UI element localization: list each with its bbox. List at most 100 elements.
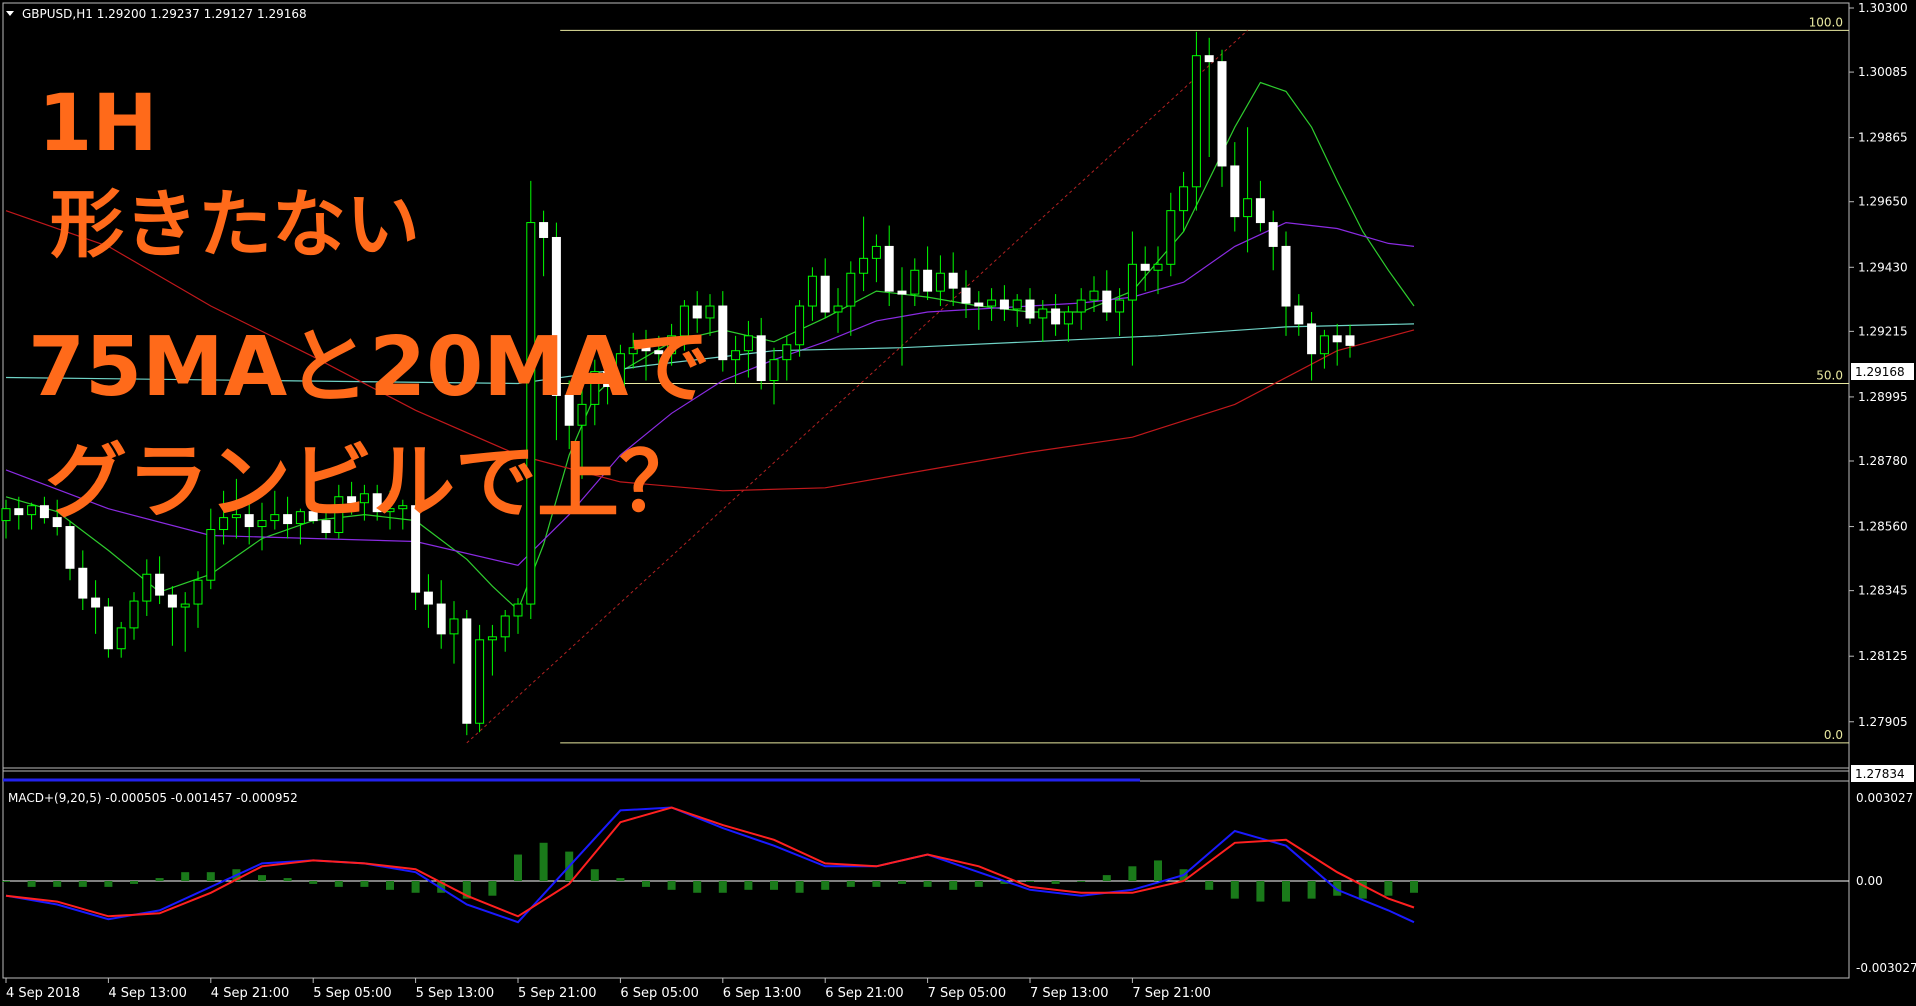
candle-body — [846, 272, 856, 307]
macd-axis-label: 0.003027 — [1856, 791, 1913, 805]
price-tick-label: 1.29865 — [1858, 131, 1908, 145]
candle-body — [14, 508, 24, 516]
candle-body — [423, 591, 433, 605]
price-tick-label: 1.29650 — [1858, 195, 1908, 209]
candle-body — [782, 344, 792, 361]
macd-histogram-bar — [360, 881, 369, 887]
dropdown-triangle-icon[interactable] — [6, 11, 14, 16]
macd-histogram-bar — [590, 869, 599, 881]
candle-body — [167, 594, 177, 608]
macd-histogram-bar — [898, 881, 906, 884]
macd-histogram-bar — [1230, 881, 1239, 899]
time-tick-label: 7 Sep 21:00 — [1132, 986, 1211, 1001]
macd-panel — [2, 806, 1849, 924]
candle-body — [987, 299, 997, 307]
candle-body — [1038, 308, 1048, 319]
macd-panel-border — [2, 780, 1850, 979]
macd-histogram-bar — [334, 881, 343, 887]
macd-histogram-bar — [744, 881, 753, 890]
candle-body — [1025, 299, 1035, 319]
time-tick-label: 4 Sep 13:00 — [108, 986, 187, 1001]
candle-body — [180, 603, 190, 608]
price-tick-label: 1.29430 — [1858, 260, 1908, 274]
macd-histogram-bar — [1026, 881, 1034, 882]
macd-histogram-bar — [1102, 875, 1111, 881]
candle-body — [1127, 263, 1137, 301]
candle-body — [129, 600, 139, 629]
chart-window: 100.0 50.0 0.0 1.30300 1.30085 1.29865 1.2965… — [0, 0, 1916, 1006]
annotation-line-3: 75MAと20MAで — [28, 320, 710, 415]
low-price-tag: 1.27834 — [1855, 767, 1905, 781]
macd-histogram-bar — [1282, 881, 1290, 902]
candle-body — [999, 299, 1009, 310]
candle-body — [935, 272, 945, 292]
macd-histogram-bar — [181, 872, 190, 881]
macd-histogram-bar — [693, 881, 702, 893]
macd-line — [5, 806, 1415, 924]
candle-body — [475, 639, 485, 724]
candle-body — [1051, 308, 1061, 325]
macd-histogram-bar — [386, 881, 394, 890]
macd-histogram-bar — [1256, 881, 1265, 902]
candle-body — [103, 606, 113, 650]
macd-histogram-bar — [206, 872, 215, 881]
macd-histogram-bar — [974, 881, 983, 887]
price-tick-label: 1.28780 — [1858, 454, 1908, 468]
candle-body — [27, 505, 37, 516]
candle-body — [539, 222, 549, 238]
candle-body — [1115, 299, 1125, 313]
macd-histogram-bar — [1410, 881, 1418, 893]
candle-body — [948, 272, 958, 289]
price-tick-label: 1.29215 — [1858, 324, 1908, 338]
symbol-info: GBPUSD,H1 1.29200 1.29237 1.29127 1.2916… — [22, 7, 307, 21]
candle-body — [513, 603, 523, 617]
macd-histogram-bar — [309, 881, 318, 884]
macd-histogram-bar — [283, 878, 292, 881]
macd-histogram-bar — [1128, 866, 1137, 881]
macd-histogram-bar — [1307, 881, 1316, 899]
candle-body — [923, 269, 933, 292]
price-tick-label: 1.30300 — [1858, 1, 1908, 15]
candle-body — [871, 245, 881, 259]
price-tick-label: 1.28560 — [1858, 520, 1908, 534]
candle-body — [769, 359, 779, 382]
macd-histogram-bar — [770, 881, 778, 890]
macd-axis-label: -0.003027 — [1856, 961, 1916, 975]
candle-body — [1, 508, 11, 522]
candle-body — [1140, 263, 1150, 271]
time-tick-label: 4 Sep 2018 — [6, 986, 80, 1001]
macd-histogram-bar — [1051, 881, 1060, 884]
candle-body — [961, 287, 971, 304]
candle-body — [1166, 210, 1176, 265]
candle-body — [1332, 335, 1342, 343]
candle-body — [193, 579, 203, 605]
macd-histogram-bar — [949, 881, 958, 890]
candle-body — [78, 567, 88, 599]
macd-histogram-bar — [1384, 881, 1393, 896]
candle-body — [756, 335, 766, 382]
macd-histogram-bar — [130, 881, 138, 884]
candle-body — [91, 597, 101, 608]
time-tick-label: 7 Sep 05:00 — [928, 986, 1007, 1001]
price-tick-label: 1.28995 — [1858, 390, 1908, 404]
macd-histogram-bar — [411, 881, 420, 893]
candle-body — [1294, 305, 1304, 325]
macd-histogram-bar — [718, 881, 727, 893]
macd-histogram-bar — [104, 881, 113, 887]
macd-histogram-bar — [795, 881, 804, 893]
candle-body — [692, 305, 702, 319]
candle-body — [731, 350, 741, 361]
candle-body — [910, 269, 920, 295]
macd-histogram-bar — [53, 881, 62, 887]
candle-body — [974, 302, 984, 307]
candle-body — [1230, 165, 1240, 218]
chart-canvas[interactable]: 100.0 50.0 0.0 1.30300 1.30085 1.29865 1.2965… — [0, 0, 1916, 1006]
macd-histogram-bar — [667, 881, 676, 890]
candle-body — [820, 275, 830, 313]
candle-body — [462, 618, 472, 724]
candle-body — [1204, 55, 1214, 63]
candle-body — [155, 573, 165, 596]
annotation-line-2: 形きたない — [50, 182, 420, 268]
candle-body — [1319, 335, 1329, 355]
candle-body — [859, 257, 869, 274]
